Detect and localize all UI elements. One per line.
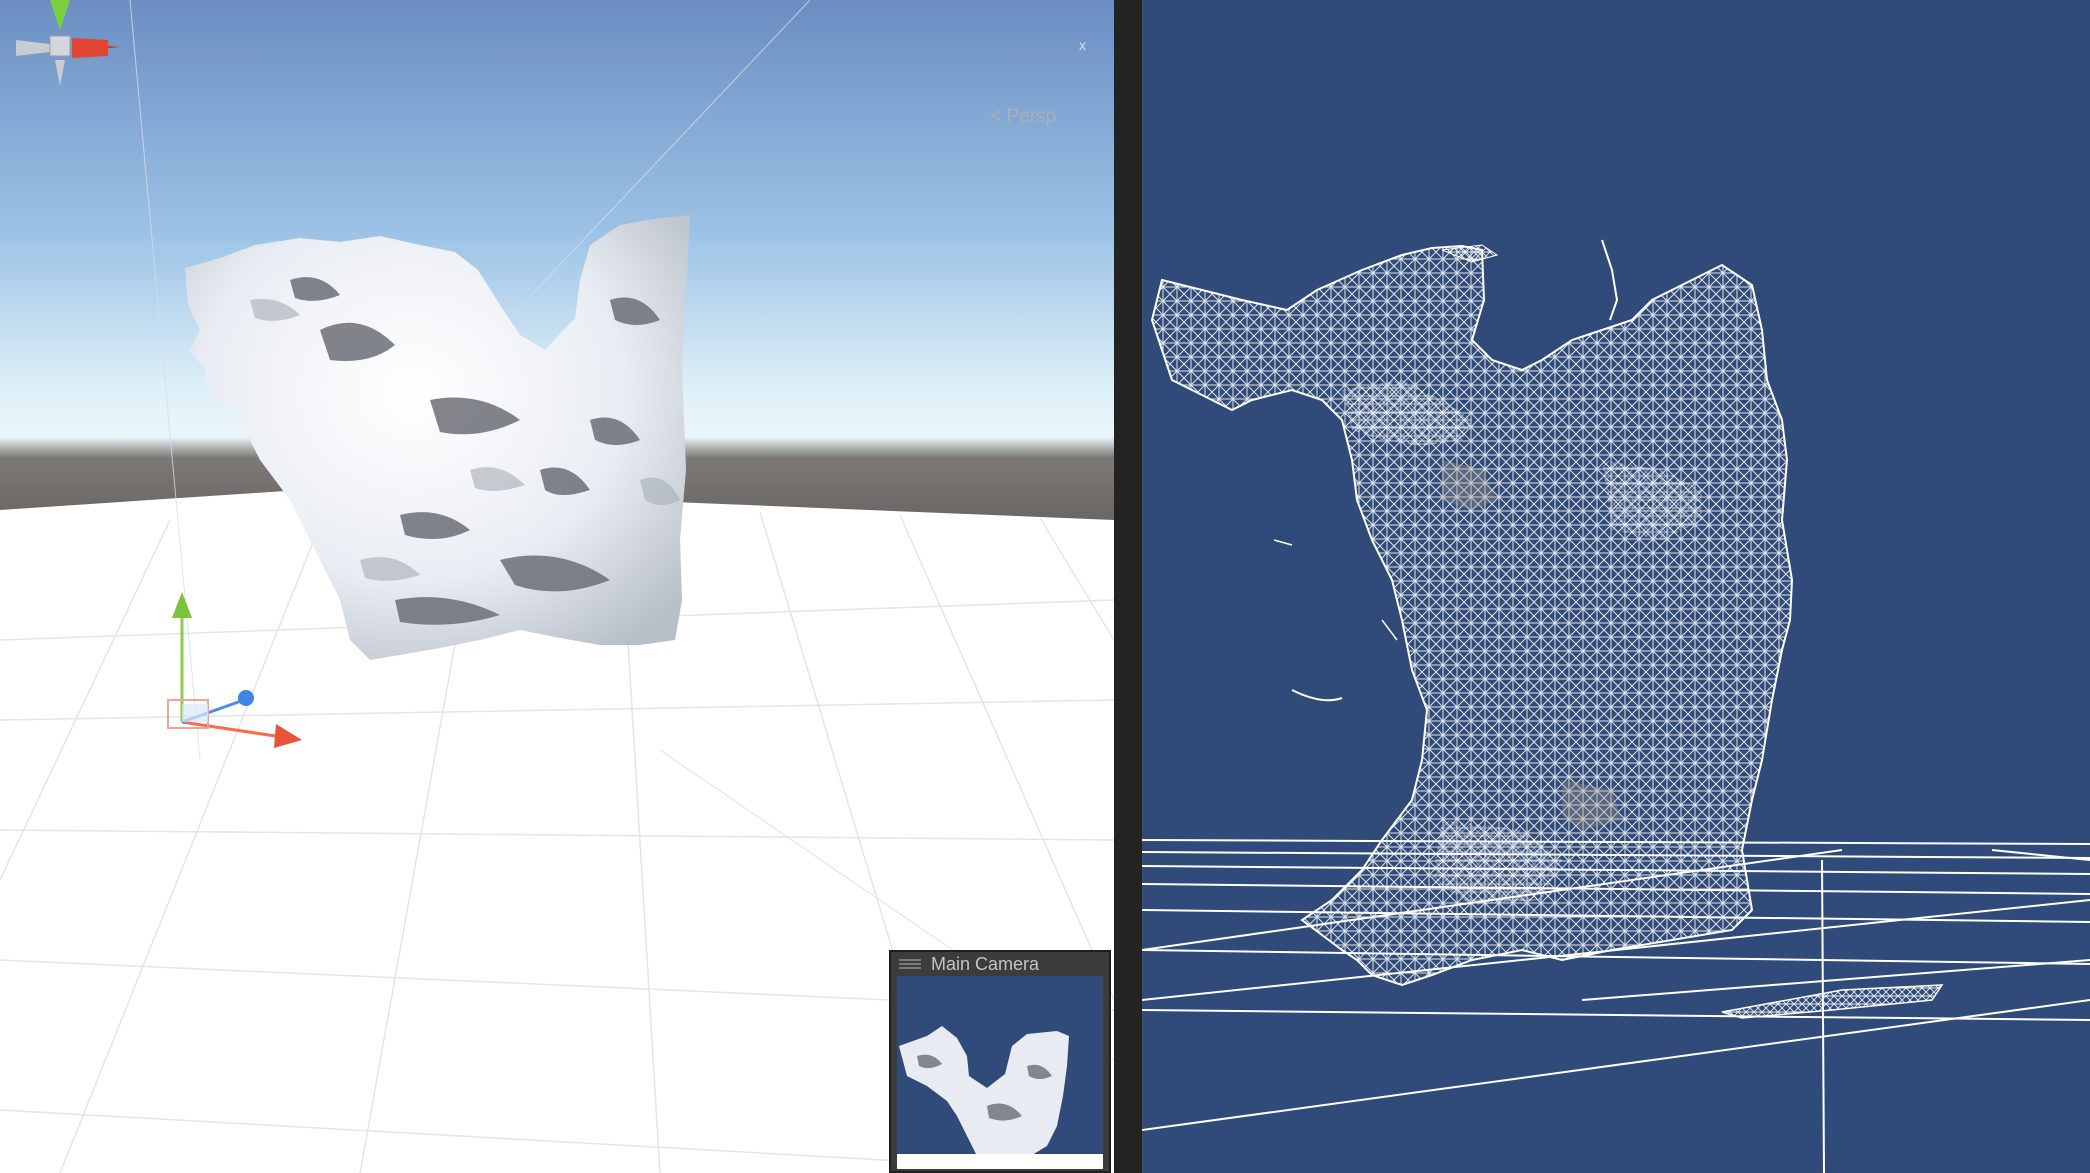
preview-mesh: [899, 1026, 1069, 1162]
x-axis-cone: [72, 38, 108, 58]
camera-preview-window[interactable]: Main Camera: [889, 950, 1111, 1173]
perspective-icon: <: [990, 106, 1002, 127]
preview-ground: [897, 1154, 1103, 1169]
projection-toggle[interactable]: < Persp: [990, 106, 1100, 128]
projection-label: Persp: [1006, 106, 1057, 127]
drag-handle-icon[interactable]: [899, 959, 921, 969]
view-divider[interactable]: [1114, 0, 1142, 1173]
wireframe-mesh[interactable]: [1150, 239, 1944, 1019]
x-axis-label: x: [1079, 37, 1086, 53]
center-cube: [49, 35, 71, 57]
scene-view[interactable]: x < Persp Main Camera: [0, 0, 1114, 1173]
game-view[interactable]: [1142, 0, 2090, 1173]
camera-preview-title: Main Camera: [931, 954, 1040, 974]
wireframe-canvas[interactable]: [1142, 0, 2090, 1173]
neg-y-cone: [55, 60, 65, 86]
camera-preview-viewport: [897, 976, 1103, 1169]
neg-x-cone: [16, 40, 50, 56]
camera-preview-header[interactable]: Main Camera: [891, 952, 1109, 976]
y-axis-cone: [50, 0, 70, 30]
orientation-gizmo-icon[interactable]: [0, 0, 120, 100]
